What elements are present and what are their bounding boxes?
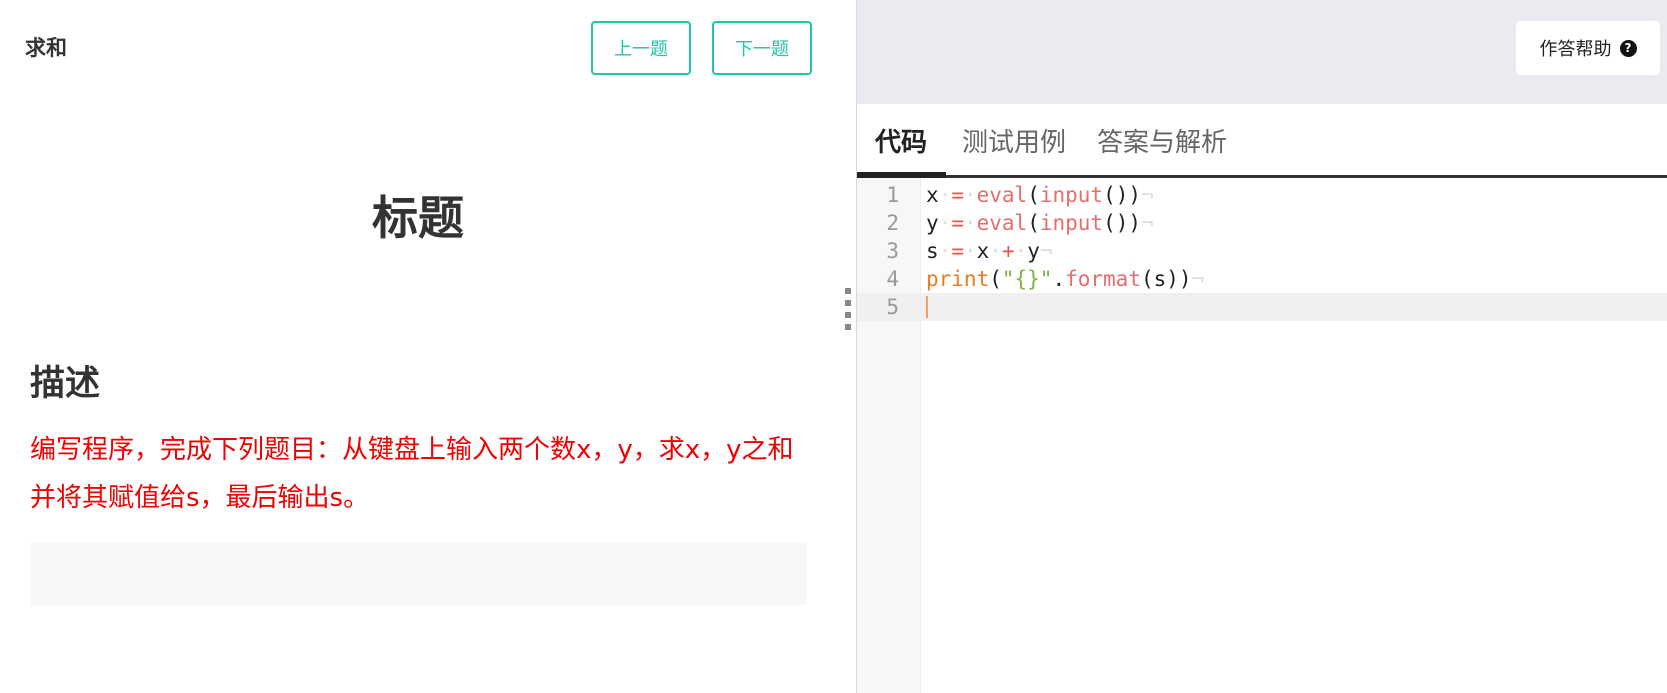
code-line[interactable]: 2 y·=·eval(input())¬: [857, 209, 1667, 237]
problem-name: 求和: [25, 36, 67, 60]
answer-help-button[interactable]: 作答帮助 ?: [1516, 21, 1660, 75]
text-cursor: [926, 296, 928, 318]
line-number: 2: [886, 211, 899, 235]
sample-box: [31, 542, 807, 605]
page-title: 标题: [372, 191, 464, 245]
line-number: 3: [886, 239, 899, 263]
tab-test-cases[interactable]: 测试用例: [962, 122, 1066, 181]
line-code: print("{}".format(s))¬: [926, 267, 1205, 291]
splitter-handle[interactable]: [845, 288, 851, 344]
code-line[interactable]: 3 s·=·x·+·y¬: [857, 237, 1667, 265]
code-line[interactable]: 1 x·=·eval(input())¬: [857, 181, 1667, 209]
description-heading: 描述: [30, 364, 101, 404]
line-code: x·=·eval(input())¬: [926, 183, 1154, 207]
editor-pane: 作答帮助 ? 代码 测试用例 答案与解析 1 x·=·eval(input())…: [857, 0, 1667, 693]
line-number: 1: [886, 183, 899, 207]
editor-toolbar: 作答帮助 ?: [857, 0, 1667, 104]
line-code: y·=·eval(input())¬: [926, 211, 1154, 235]
line-number: 5: [886, 295, 899, 319]
tab-answer-analysis[interactable]: 答案与解析: [1097, 122, 1227, 181]
problem-description: 编写程序，完成下列题目：从键盘上输入两个数x，y，求x，y之和并将其赋值给s，最…: [30, 435, 794, 513]
answer-help-label: 作答帮助: [1539, 39, 1612, 60]
editor-tabs: 代码 测试用例 答案与解析: [857, 104, 1667, 178]
code-editor[interactable]: 1 x·=·eval(input())¬ 2 y·=·eval(input())…: [857, 178, 1667, 693]
line-number: 4: [886, 267, 899, 291]
question-circle-icon: ?: [1619, 39, 1637, 57]
code-line-active[interactable]: 5: [857, 293, 1667, 321]
line-code: s·=·x·+·y¬: [926, 239, 1053, 263]
prev-question-button[interactable]: 上一题: [591, 21, 691, 75]
problem-pane: 求和 上一题 下一题 标题 描述 编写程序，完成下列题目：从键盘上输入两个数x，…: [0, 0, 856, 693]
code-line[interactable]: 4 print("{}".format(s))¬: [857, 265, 1667, 293]
next-question-button[interactable]: 下一题: [712, 21, 812, 75]
